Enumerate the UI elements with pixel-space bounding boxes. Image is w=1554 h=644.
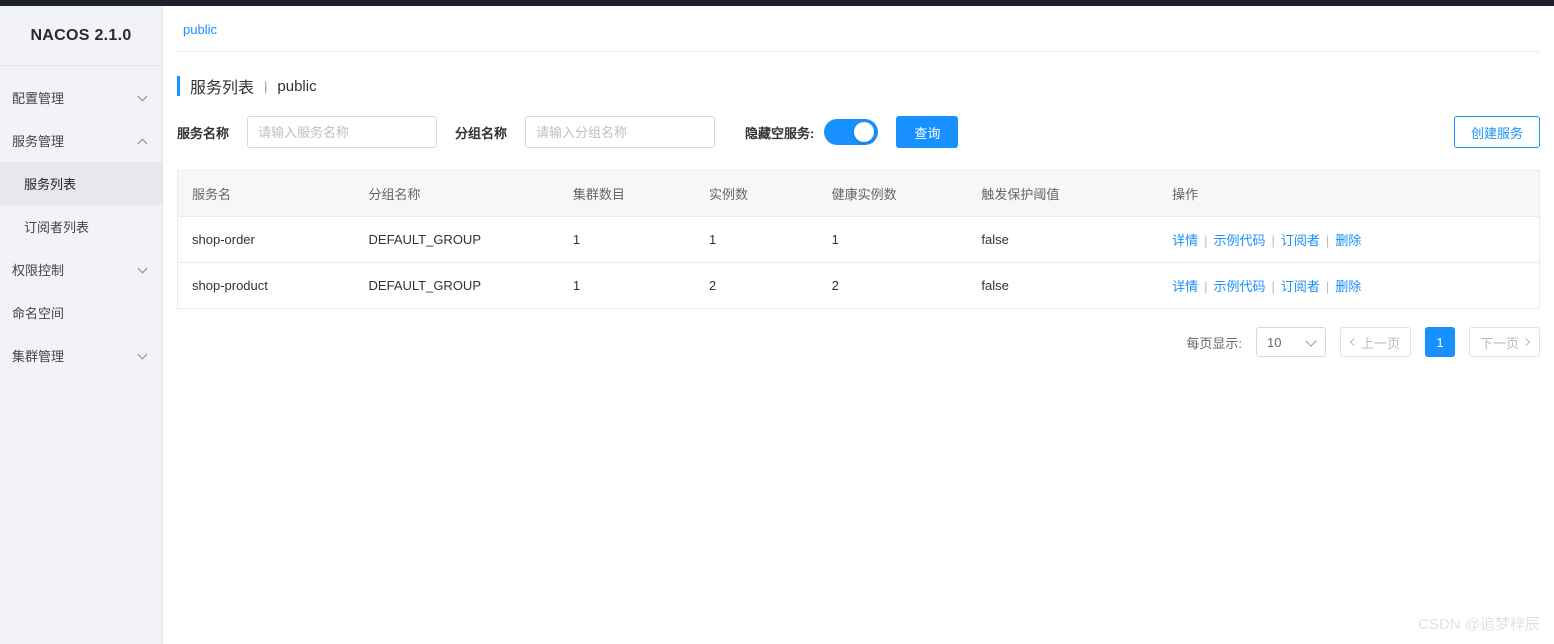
op-detail[interactable]: 详情 [1172,233,1198,248]
sidebar-item-config[interactable]: 配置管理 [0,76,162,119]
chevron-right-icon [1522,338,1530,346]
op-delete[interactable]: 删除 [1335,279,1361,294]
op-code[interactable]: 示例代码 [1214,233,1266,248]
cell-ops: 详情 | 示例代码 | 订阅者 | 删除 [1158,263,1539,309]
op-code[interactable]: 示例代码 [1214,279,1266,294]
op-subscriber[interactable]: 订阅者 [1281,233,1320,248]
cell-name: shop-product [178,263,355,309]
create-service-button[interactable]: 创建服务 [1454,116,1540,148]
sidebar-nav: 配置管理 服务管理 服务列表 订阅者列表 权限控制 命名空间 [0,66,162,377]
per-page-select[interactable]: 10 [1256,327,1326,357]
op-subscriber[interactable]: 订阅者 [1281,279,1320,294]
per-page-label: 每页显示: [1186,333,1242,352]
op-delete[interactable]: 删除 [1335,233,1361,248]
search-button[interactable]: 查询 [896,116,958,148]
hide-empty-switch[interactable] [824,119,878,145]
service-name-label: 服务名称 [177,123,229,142]
page-number-current[interactable]: 1 [1425,327,1455,357]
sidebar-item-label: 集群管理 [12,346,64,365]
chevron-down-icon [138,265,148,275]
sidebar-item-label: 权限控制 [12,260,64,279]
sidebar-item-permission[interactable]: 权限控制 [0,248,162,291]
cell-group: DEFAULT_GROUP [355,217,559,263]
cell-instances: 1 [695,217,818,263]
group-name-label: 分组名称 [455,123,507,142]
sidebar-item-label: 服务列表 [24,174,76,193]
cell-threshold: false [967,217,1158,263]
sidebar-item-label: 命名空间 [12,303,64,322]
sidebar-item-cluster[interactable]: 集群管理 [0,334,162,377]
op-sep: | [1272,233,1275,248]
page-title-namespace: public [277,78,316,95]
page-title: 服务列表 [190,74,254,98]
op-sep: | [1326,233,1329,248]
cell-threshold: false [967,263,1158,309]
cell-clusters: 1 [559,263,695,309]
op-detail[interactable]: 详情 [1172,279,1198,294]
pagination: 每页显示: 10 上一页 1 下一页 [177,327,1540,357]
op-sep: | [1272,279,1275,294]
cell-group: DEFAULT_GROUP [355,263,559,309]
sidebar-item-label: 服务管理 [12,131,64,150]
th-name: 服务名 [178,171,355,217]
sidebar-item-namespace[interactable]: 命名空间 [0,291,162,334]
th-instances: 实例数 [695,171,818,217]
sidebar: NACOS 2.1.0 配置管理 服务管理 服务列表 订阅者列表 权限控制 [0,6,163,644]
app-root: NACOS 2.1.0 配置管理 服务管理 服务列表 订阅者列表 权限控制 [0,6,1554,644]
table-row: shop-productDEFAULT_GROUP122false详情|示例代码… [178,263,1540,309]
th-clusters: 集群数目 [559,171,695,217]
per-page-value: 10 [1267,335,1281,350]
chevron-down-icon [138,351,148,361]
next-page-button[interactable]: 下一页 [1469,327,1540,357]
th-threshold: 触发保护阈值 [967,171,1158,217]
sidebar-item-subscriber-list[interactable]: 订阅者列表 [0,205,162,248]
op-sep: | [1204,279,1207,294]
cell-name: shop-order [178,217,355,263]
sidebar-submenu-service: 服务列表 订阅者列表 [0,162,162,248]
next-page-label: 下一页 [1480,333,1519,352]
sidebar-item-label: 配置管理 [12,88,64,107]
brand: NACOS 2.1.0 [0,6,162,66]
table-row: shop-orderDEFAULT_GROUP111false详情|示例代码|订… [178,217,1540,263]
op-sep: | [1204,233,1207,248]
main-content: public 服务列表 | public 服务名称 分组名称 隐藏空服务: 查询… [163,6,1554,644]
th-group: 分组名称 [355,171,559,217]
cell-healthy: 1 [818,217,968,263]
op-sep: | [1326,279,1329,294]
hide-empty-label: 隐藏空服务: [745,123,814,142]
th-healthy: 健康实例数 [818,171,968,217]
title-separator: | [264,79,267,94]
cell-ops: 详情 | 示例代码 | 订阅者 | 删除 [1158,217,1539,263]
hide-empty-wrap: 隐藏空服务: [745,119,878,145]
namespace-tab-public[interactable]: public [183,22,217,37]
services-table: 服务名 分组名称 集群数目 实例数 健康实例数 触发保护阈值 操作 shop-o… [177,170,1540,309]
chevron-down-icon [1305,335,1316,346]
group-name-input[interactable] [525,116,715,148]
sidebar-item-label: 订阅者列表 [24,217,89,236]
chevron-up-icon [138,136,148,146]
sidebar-item-service-list[interactable]: 服务列表 [0,162,162,205]
table-header-row: 服务名 分组名称 集群数目 实例数 健康实例数 触发保护阈值 操作 [178,171,1540,217]
title-accent-icon [177,76,180,96]
filter-bar: 服务名称 分组名称 隐藏空服务: 查询 创建服务 [177,116,1540,148]
prev-page-button[interactable]: 上一页 [1340,327,1411,357]
cell-clusters: 1 [559,217,695,263]
prev-page-label: 上一页 [1361,333,1400,352]
namespace-tabs: public [177,6,1540,52]
th-ops: 操作 [1158,171,1539,217]
page-title-bar: 服务列表 | public [177,74,1540,98]
cell-instances: 2 [695,263,818,309]
chevron-down-icon [138,93,148,103]
brand-text: NACOS 2.1.0 [30,27,131,45]
service-name-input[interactable] [247,116,437,148]
cell-healthy: 2 [818,263,968,309]
chevron-left-icon [1350,338,1358,346]
sidebar-item-service[interactable]: 服务管理 [0,119,162,162]
